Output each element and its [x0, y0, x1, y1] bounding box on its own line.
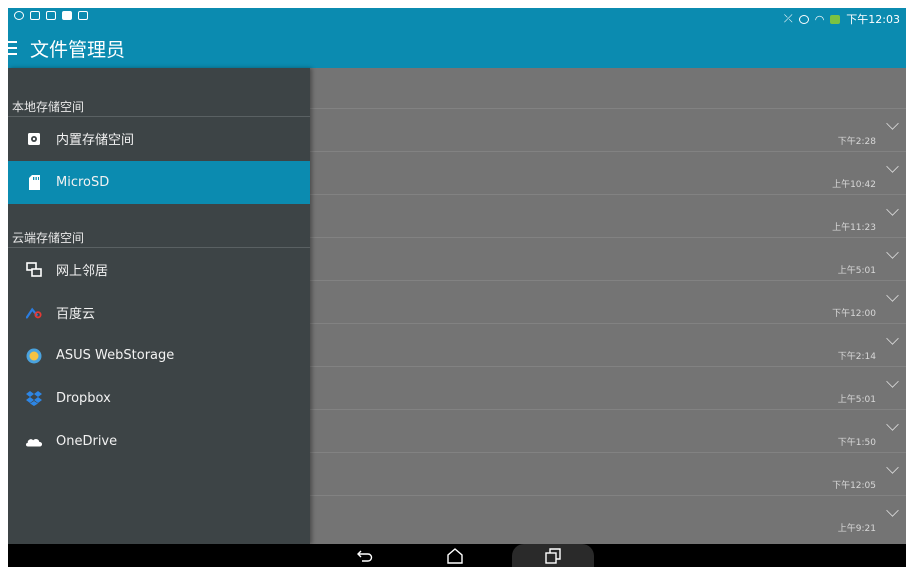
item-time: 下午12:00	[832, 309, 876, 319]
drawer-item-dropbox[interactable]: Dropbox	[8, 377, 310, 420]
recent-apps-button[interactable]	[512, 544, 594, 567]
wifi-icon: ◠	[814, 12, 825, 26]
status-bar: ⤫ ◠ 下午12:03	[8, 8, 906, 28]
item-time: 下午12:05	[832, 481, 876, 491]
home-button[interactable]	[425, 544, 485, 567]
baidu-cloud-icon	[26, 305, 42, 321]
timer-icon	[14, 11, 24, 20]
system-nav-bar	[8, 544, 906, 567]
drawer-item-label: 内置存储空间	[56, 133, 135, 148]
item-time: 上午9:21	[837, 524, 876, 534]
drawer-item-baidu-cloud[interactable]: 百度云	[8, 291, 310, 334]
device-screen: ⤫ ◠ 下午12:03 文件管理员 下午2:28 上午10:42 上午11:23…	[8, 8, 906, 567]
list-item[interactable]: 下午12:05	[308, 452, 906, 495]
recent-apps-icon	[545, 547, 561, 564]
navigation-drawer: 本地存储空间 内置存储空间 MicroSD 云端存储空间 网上邻居 百度云 AS…	[8, 68, 310, 544]
tablet-icon	[78, 11, 88, 20]
chevron-down-icon[interactable]	[886, 332, 899, 345]
item-time: 上午11:23	[832, 223, 876, 233]
chevron-down-icon[interactable]	[886, 418, 899, 431]
onedrive-icon	[26, 434, 42, 450]
back-button[interactable]	[335, 544, 395, 567]
list-item[interactable]: 下午12:00	[308, 280, 906, 323]
chevron-down-icon[interactable]	[886, 461, 899, 474]
screen-icon	[30, 11, 40, 20]
mute-icon: ⤫	[783, 12, 793, 25]
drawer-item-label: 百度云	[56, 307, 96, 322]
asus-webstorage-icon	[26, 348, 42, 364]
battery-charging-icon	[830, 14, 841, 24]
app-title: 文件管理员	[30, 39, 126, 61]
chevron-down-icon[interactable]	[886, 246, 899, 259]
drawer-item-label: MicroSD	[56, 175, 110, 190]
sd-card-icon	[26, 175, 42, 191]
menu-icon[interactable]	[8, 38, 22, 58]
list-item[interactable]: 下午1:50	[308, 409, 906, 452]
chevron-down-icon[interactable]	[886, 160, 899, 173]
list-item[interactable]: 上午11:23	[308, 194, 906, 237]
item-time: 下午2:28	[837, 137, 876, 147]
chevron-down-icon[interactable]	[886, 203, 899, 216]
home-icon	[447, 547, 463, 564]
list-item[interactable]: 下午2:28	[308, 108, 906, 151]
item-time: 下午2:14	[837, 352, 876, 362]
item-time: 上午5:01	[837, 266, 876, 276]
item-time: 下午1:50	[837, 438, 876, 448]
chevron-down-icon[interactable]	[886, 289, 899, 302]
chevron-down-icon[interactable]	[886, 117, 899, 130]
drawer-item-asus-webstorage[interactable]: ASUS WebStorage	[8, 334, 310, 377]
status-time: 下午12:03	[846, 13, 900, 26]
chevron-down-icon[interactable]	[886, 375, 899, 388]
drawer-item-network[interactable]: 网上邻居	[8, 248, 310, 291]
item-time: 上午5:01	[837, 395, 876, 405]
drawer-item-microsd[interactable]: MicroSD	[8, 161, 310, 204]
drawer-item-internal-storage[interactable]: 内置存储空间	[8, 117, 310, 160]
cloud-storage-header: 云端存储空间	[12, 231, 85, 245]
drawer-item-label: OneDrive	[56, 434, 118, 449]
app-bar: 文件管理员	[8, 28, 906, 68]
list-item[interactable]: 上午5:01	[308, 366, 906, 409]
file-icon	[62, 11, 72, 20]
local-storage-header: 本地存储空间	[12, 100, 85, 114]
list-item[interactable]: 上午9:21	[308, 495, 906, 544]
drawer-item-onedrive[interactable]: OneDrive	[8, 420, 310, 463]
list-item[interactable]: 下午2:14	[308, 323, 906, 366]
status-left-icons	[14, 11, 88, 20]
mail-icon	[46, 11, 56, 20]
list-item[interactable]: 上午5:01	[308, 237, 906, 280]
internal-storage-icon	[26, 131, 42, 147]
status-right-icons: ⤫ ◠ 下午12:03	[784, 11, 900, 27]
item-time: 上午10:42	[832, 180, 876, 190]
drawer-item-label: ASUS WebStorage	[56, 348, 175, 363]
chevron-down-icon[interactable]	[886, 504, 899, 517]
alarm-icon	[798, 14, 809, 24]
drawer-item-label: 网上邻居	[56, 264, 109, 279]
dropbox-icon	[26, 391, 42, 407]
list-item[interactable]	[308, 68, 906, 111]
drawer-item-label: Dropbox	[56, 391, 111, 406]
back-icon	[357, 550, 373, 562]
network-icon	[26, 261, 42, 278]
list-item[interactable]: 上午10:42	[308, 151, 906, 194]
